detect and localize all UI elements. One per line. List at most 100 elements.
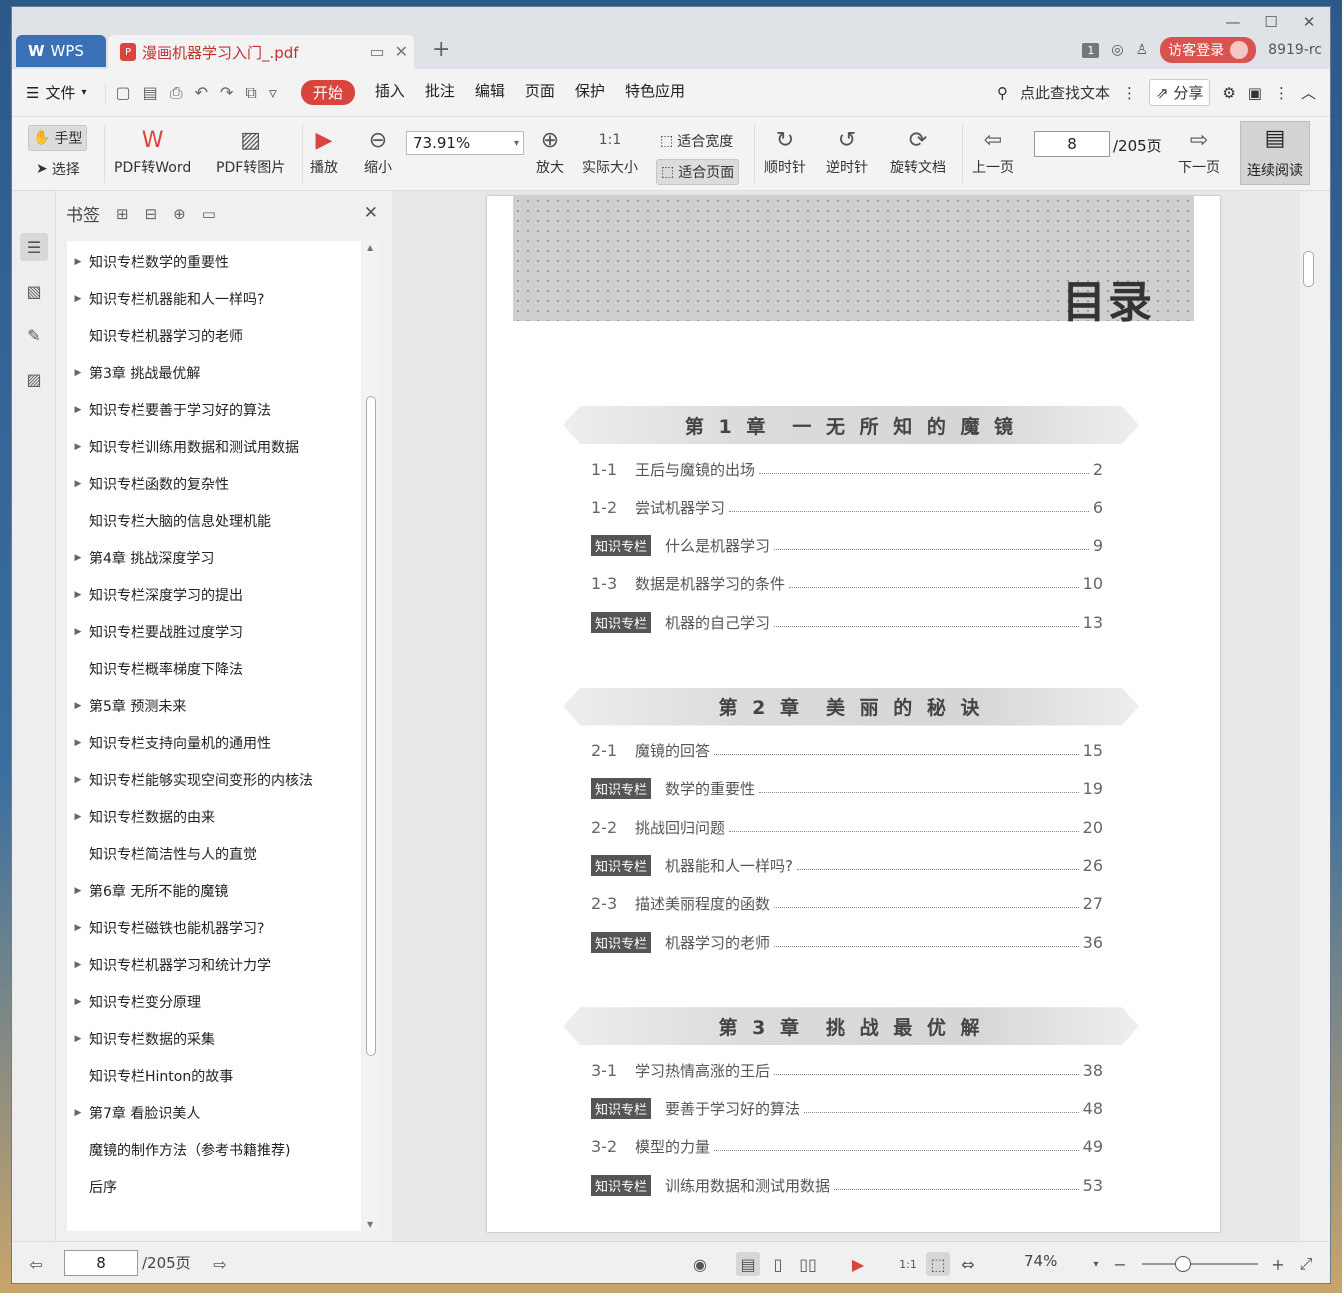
expand-arrow-icon[interactable]: ▶: [67, 960, 89, 970]
eye-protection-icon[interactable]: ◉: [688, 1252, 712, 1276]
toc-entry[interactable]: 知识专栏 要善于学习好的算法 48: [591, 1096, 1103, 1122]
tab-document[interactable]: P 漫画机器学习入门_.pdf ▭ ✕: [108, 35, 414, 69]
thumbnail-panel-icon[interactable]: ▧: [20, 277, 48, 305]
close-tab-icon[interactable]: ✕: [395, 42, 408, 61]
expand-arrow-icon[interactable]: ▶: [67, 1108, 89, 1118]
expand-arrow-icon[interactable]: ▶: [67, 1034, 89, 1044]
file-menu[interactable]: ☰ 文件 ▾: [26, 82, 87, 103]
expand-arrow-icon[interactable]: ▶: [67, 479, 89, 489]
tab-special[interactable]: 特色应用: [625, 80, 685, 105]
scroll-up-icon[interactable]: ▲: [367, 243, 373, 252]
maximize-icon[interactable]: ☐: [1258, 11, 1284, 33]
expand-arrow-icon[interactable]: ▶: [67, 775, 89, 785]
tab-edit[interactable]: 编辑: [475, 80, 505, 105]
expand-arrow-icon[interactable]: ▶: [67, 738, 89, 748]
expand-arrow-icon[interactable]: ▶: [67, 627, 89, 637]
expand-arrow-icon[interactable]: ▶: [67, 923, 89, 933]
bookmark-item[interactable]: ▶ 知识专栏变分原理: [67, 983, 201, 1020]
toc-entry[interactable]: 1-3 数据是机器学习的条件 10: [591, 571, 1103, 597]
toc-entry[interactable]: 知识专栏 什么是机器学习 9: [591, 533, 1103, 559]
monitor-icon[interactable]: ▭: [369, 42, 384, 61]
expand-arrow-icon[interactable]: ▶: [67, 257, 89, 267]
add-bookmark-icon[interactable]: ⊕: [173, 205, 186, 223]
toc-entry[interactable]: 2-3 描述美丽程度的函数 27: [591, 891, 1103, 917]
expand-arrow-icon[interactable]: ▶: [67, 405, 89, 415]
toc-entry[interactable]: 知识专栏 训练用数据和测试用数据 53: [591, 1172, 1103, 1198]
bookmark-item[interactable]: ▶ 知识专栏机器学习和统计力学: [67, 946, 271, 983]
toc-entry[interactable]: 1-1 王后与魔镜的出场 2: [591, 456, 1103, 482]
bookmark-item[interactable]: 魔镜的制作方法（参考书籍推荐): [67, 1131, 290, 1168]
bookmark-scroll-thumb[interactable]: [366, 396, 376, 1056]
minimize-icon[interactable]: —: [1220, 11, 1246, 33]
document-scroll-thumb[interactable]: [1303, 251, 1314, 287]
zoom-level[interactable]: 74%: [1024, 1252, 1057, 1270]
bookmark-item[interactable]: ▶ 知识专栏磁铁也能机器学习?: [67, 909, 265, 946]
bookmark-item[interactable]: 知识专栏Hinton的故事: [67, 1057, 233, 1094]
hand-tool-button[interactable]: ✋ 手型: [28, 125, 88, 151]
tab-wps-home[interactable]: W WPS: [16, 35, 106, 67]
rotate-document-button[interactable]: ⟳ 旋转文档: [890, 123, 946, 177]
shirt-icon[interactable]: ♙: [1136, 42, 1149, 58]
continuous-reading-button[interactable]: ▤ 连续阅读: [1240, 121, 1310, 185]
select-tool-button[interactable]: ➤ 选择: [32, 157, 84, 181]
zoom-minus-icon[interactable]: −: [1108, 1252, 1132, 1276]
redo-icon[interactable]: ↷: [220, 83, 233, 103]
bookmark-item[interactable]: ▶ 知识专栏函数的复杂性: [67, 465, 229, 502]
close-panel-icon[interactable]: ✕: [364, 203, 378, 223]
expand-arrow-icon[interactable]: ▶: [67, 442, 89, 452]
play-button[interactable]: ▶ 播放: [310, 123, 338, 177]
skin-icon[interactable]: ◎: [1111, 42, 1123, 58]
more-vertical-icon[interactable]: ⋮: [1122, 84, 1137, 102]
zoom-slider[interactable]: [1142, 1256, 1258, 1272]
bookmark-item[interactable]: ▶ 知识专栏数据的由来: [67, 798, 215, 835]
document-viewport[interactable]: 目录 第 1 章 一 无 所 知 的 魔 镜 1-1 王后与魔镜的出场 2 1-2 尝试机…: [392, 191, 1316, 1241]
bookmark-item[interactable]: ▶ 知识专栏数学的重要性: [67, 243, 229, 280]
fullscreen-icon[interactable]: ⤢: [1294, 1252, 1318, 1276]
rotate-counterclockwise-button[interactable]: ↺ 逆时针: [826, 123, 868, 177]
tab-annotate[interactable]: 批注: [425, 80, 455, 105]
expand-arrow-icon[interactable]: ▶: [67, 886, 89, 896]
close-window-icon[interactable]: ✕: [1296, 11, 1322, 33]
save-icon[interactable]: ▤: [143, 83, 158, 103]
fit-page-status-icon[interactable]: ⬚: [926, 1252, 950, 1276]
bookmark-item[interactable]: ▶ 知识专栏数据的采集: [67, 1020, 215, 1057]
bookmark-item[interactable]: ▶ 知识专栏能够实现空间变形的内核法: [67, 761, 313, 798]
prev-page-button[interactable]: ⇦ 上一页: [972, 123, 1014, 177]
window-count-badge[interactable]: 1: [1082, 42, 1100, 58]
bookmark-panel-icon[interactable]: ☰: [20, 233, 48, 261]
expand-arrow-icon[interactable]: ▶: [67, 294, 89, 304]
toc-entry[interactable]: 知识专栏 机器的自己学习 13: [591, 609, 1103, 635]
zoom-in-button[interactable]: ⊕ 放大: [536, 123, 564, 177]
bookmark-item[interactable]: 知识专栏大脑的信息处理机能: [67, 502, 271, 539]
new-tab-icon[interactable]: +: [432, 37, 450, 62]
collapse-all-icon[interactable]: ⊟: [145, 205, 158, 223]
pdf-to-word-button[interactable]: W PDF转Word: [114, 123, 191, 177]
document-scrollbar[interactable]: [1300, 191, 1316, 1241]
toc-entry[interactable]: 知识专栏 机器学习的老师 36: [591, 929, 1103, 955]
toc-entry[interactable]: 3-2 模型的力量 49: [591, 1134, 1103, 1160]
toc-entry[interactable]: 3-1 学习热情高涨的王后 38: [591, 1057, 1103, 1083]
bookmark-item[interactable]: ▶ 知识专栏训练用数据和测试用数据: [67, 428, 299, 465]
gear-icon[interactable]: ⚙: [1222, 84, 1235, 102]
status-prev-page-icon[interactable]: ⇦: [24, 1252, 48, 1276]
single-page-icon[interactable]: ▯: [766, 1252, 790, 1276]
toc-entry[interactable]: 1-2 尝试机器学习 6: [591, 494, 1103, 520]
bookmark-item[interactable]: 知识专栏机器学习的老师: [67, 317, 243, 354]
bookmark-item[interactable]: 知识专栏简洁性与人的直觉: [67, 835, 257, 872]
delete-bookmark-icon[interactable]: ▭: [202, 205, 216, 223]
bookmark-item[interactable]: ▶ 第6章 无所不能的魔镜: [67, 872, 229, 909]
open-folder-icon[interactable]: ▢: [116, 83, 131, 103]
tab-start[interactable]: 开始: [300, 80, 355, 105]
actual-size-status-icon[interactable]: 1:1: [896, 1252, 920, 1276]
bookmark-item[interactable]: ▶ 第3章 挑战最优解: [67, 354, 201, 391]
scroll-down-icon[interactable]: ▼: [367, 1220, 373, 1229]
zoom-out-button[interactable]: ⊖ 缩小: [364, 123, 392, 177]
rotate-clockwise-button[interactable]: ↻ 顺时针: [764, 123, 806, 177]
bookmark-item[interactable]: ▶ 知识专栏机器能和人一样吗?: [67, 280, 265, 317]
next-page-button[interactable]: ⇨ 下一页: [1178, 123, 1220, 177]
expand-arrow-icon[interactable]: ▶: [67, 368, 89, 378]
expand-arrow-icon[interactable]: ▶: [67, 553, 89, 563]
annotation-panel-icon[interactable]: ✎: [20, 321, 48, 349]
more-dropdown-icon[interactable]: ▿: [269, 83, 277, 103]
slideshow-icon[interactable]: ▶: [846, 1252, 870, 1276]
